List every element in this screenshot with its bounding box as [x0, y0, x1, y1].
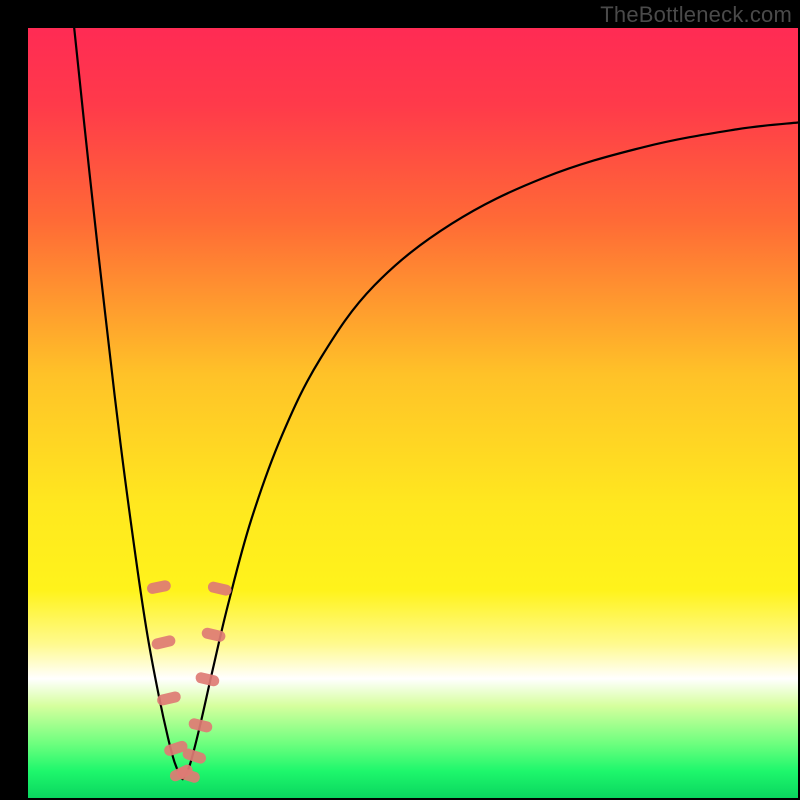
data-marker — [207, 581, 233, 597]
data-marker — [151, 634, 177, 650]
plot-area — [28, 28, 798, 796]
data-marker — [156, 690, 182, 706]
curve-layer — [28, 28, 798, 796]
data-marker — [146, 579, 172, 595]
watermark-text: TheBottleneck.com — [600, 2, 792, 28]
marker-group — [146, 579, 233, 784]
chart-frame: TheBottleneck.com — [0, 0, 800, 800]
data-marker — [194, 671, 220, 687]
curve-right-branch — [183, 122, 798, 779]
curve-left-branch — [74, 28, 183, 779]
